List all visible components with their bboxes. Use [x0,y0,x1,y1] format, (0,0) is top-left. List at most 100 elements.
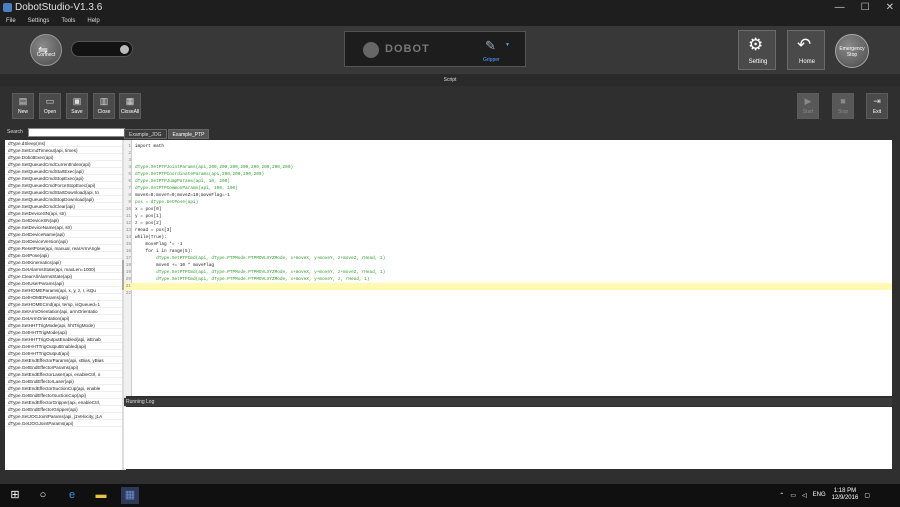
api-list-item[interactable]: dType.DobotExec(api) [5,154,126,161]
code-line[interactable]: 21 [124,283,892,290]
api-list-item[interactable]: dType.SetEndEffectorGripper(api, enableC… [5,399,126,406]
code-line[interactable]: 3 [124,157,892,164]
api-list-item[interactable]: dType.SetQueuedCmdStartExec(api) [5,168,126,175]
search-input[interactable] [28,128,125,137]
clock[interactable]: 1:18 PM 12/9/2016 [832,488,859,502]
menu-tools[interactable]: Tools [61,16,75,26]
api-list-item[interactable]: dType.GetHHTTrigOutput(api) [5,350,126,357]
api-list-item[interactable]: dType.GetAlarmsState(api, maxLen=1000) [5,266,126,273]
code-line[interactable]: 18 moveX += 10 * moveFlag [124,262,892,269]
save-button[interactable]: ▣ Save [66,93,88,119]
api-list-item[interactable]: dType.GetEndEffectorGripper(api) [5,406,126,413]
start-button[interactable]: ▶ Start [797,93,819,119]
api-list-item[interactable]: dType.SetQueuedCmdCurrentIndex(api) [5,161,126,168]
code-editor[interactable]: 1 import math 2 3 4 dType.SetPTPJointParams(a… [124,140,892,396]
api-list-item[interactable]: dType.SetHHTTrigMode(api, hhtTrigMode) [5,322,126,329]
code-line[interactable]: 15 moveFlag *= -1 [124,241,892,248]
api-list-item[interactable]: dType.GetDeviceName(api) [5,231,126,238]
code-line[interactable]: 6 dType.SetPTPJumpParams(api, 10, 200) [124,178,892,185]
closeall-button[interactable]: ▦ CloseAll [119,93,141,119]
api-list-item[interactable]: dType.SetEndEffectorLaser(api, enableCtr… [5,371,126,378]
gripper-icon[interactable]: ✎ [485,38,496,54]
running-log-area[interactable] [124,407,892,469]
setting-button[interactable]: ⚙ Setting [738,30,776,70]
code-line[interactable]: 19 dType.SetPTPCmd(api, dType.PTPMode.PT… [124,269,892,276]
code-line[interactable]: 10 x = pos[0] [124,206,892,213]
menu-settings[interactable]: Settings [28,16,50,26]
search-circle-icon[interactable]: ○ [34,487,52,504]
api-list-item[interactable]: dType.GetKinematics(api) [5,259,126,266]
api-list-item[interactable]: dType.GetHHTTrigOutputEnabled(api) [5,343,126,350]
minimize-icon[interactable]: — [835,0,845,16]
code-line[interactable]: 16 for i in range(5): [124,248,892,255]
api-list-item[interactable]: dType.SetQueuedCmdStopDownload(api) [5,196,126,203]
code-line[interactable]: 22 [124,290,892,297]
api-list-item[interactable]: dType.SetArmOrientation(api, armOrientat… [5,308,126,315]
api-list-item[interactable]: dType.SetHHTTrigOutputEnabled(api, isEna… [5,336,126,343]
volume-icon[interactable]: ◁ [802,492,807,499]
api-list-item[interactable]: dType.GetEndEffectorSuctionCup(api) [5,392,126,399]
code-line[interactable]: 4 dType.SetPTPJointParams(api,200,200,200… [124,164,892,171]
api-list-item[interactable]: dType.SetDeviceName(api, str) [5,224,126,231]
api-list-item[interactable]: dType.GetDeviceSN(api) [5,217,126,224]
home-button[interactable]: ↶ Home [787,30,825,70]
code-line[interactable]: 20 dType.SetPTPCmd(api, dType.PTPMode.PT… [124,276,892,283]
menu-help[interactable]: Help [87,16,99,26]
api-list-item[interactable]: dType.SetJOGJointParams(api, j1Velocity,… [5,413,126,420]
chevron-down-icon[interactable]: ▼ [505,42,510,48]
code-line[interactable]: 1 import math [124,143,892,150]
close-button[interactable]: ▥ Close [93,93,115,119]
api-list-item[interactable]: dType.GetUserParams(api) [5,280,126,287]
connect-button[interactable]: ⇋ [30,34,62,66]
open-button[interactable]: ▭ Open [39,93,61,119]
api-list-item[interactable]: dType.SetQueuedCmdStartDownload(api, to [5,189,126,196]
tab-example-ptp[interactable]: Example_PTP [167,129,210,139]
code-line[interactable]: 9 pos = dType.GetPose(api) [124,199,892,206]
api-list-item[interactable]: dType.SetQueuedCmdClear(api) [5,203,126,210]
chevron-up-icon[interactable]: ⌃ [779,492,784,499]
menu-file[interactable]: File [6,16,16,26]
api-list-item[interactable]: dType.SetHOMECmd(api, temp, isQueued=1 [5,301,126,308]
api-list-item[interactable]: dType.SetQueuedCmdStopExec(api) [5,175,126,182]
code-line[interactable]: 8 moveX=0;moveY=0;moveZ=10;moveFlag=-1 [124,192,892,199]
api-list-item[interactable]: dType.SetCmdTimeout(api, times) [5,147,126,154]
code-line[interactable]: 14 while(True): [124,234,892,241]
api-list-item[interactable]: dType.SetDeviceSN(api, str) [5,210,126,217]
windows-start-icon[interactable]: ⊞ [6,487,24,504]
api-list-item[interactable]: dType.SetEndEffectorParams(api, xBias, y… [5,357,126,364]
api-list-item[interactable]: dType.ClearAllAlarmsState(api) [5,273,126,280]
api-list-item[interactable]: dType.GetJOGJointParams(api) [5,420,126,427]
close-icon[interactable]: ✕ [886,0,894,16]
api-list-item[interactable]: dType.GetEndEffectorLaser(api) [5,378,126,385]
tab-example-jog[interactable]: Example_JOG [124,129,167,139]
network-icon[interactable]: ▭ [790,492,796,499]
connection-toggle[interactable] [71,41,133,57]
api-list-item[interactable]: dType.dSleep(ms) [5,140,126,147]
file-explorer-icon[interactable]: ▬ [92,487,110,504]
api-list-item[interactable]: dType.GetEndEffectorParams(api) [5,364,126,371]
api-list-item[interactable]: dType.GetHHTTrigMode(api) [5,329,126,336]
api-list-item[interactable]: dType.ResetPose(api, manual, rearArmAngl… [5,245,126,252]
api-list-item[interactable]: dType.SetQueuedCmdForceStopExec(api) [5,182,126,189]
api-list-item[interactable]: dType.GetHOMEParams(api) [5,294,126,301]
api-list-item[interactable]: dType.SetHOMEParams(api, x, y, z, r, isQ… [5,287,126,294]
code-line[interactable]: 11 y = pos[1] [124,213,892,220]
dobot-studio-taskbar-icon[interactable]: ▦ [121,487,139,504]
edge-browser-icon[interactable]: e [63,487,81,504]
emergency-stop-button[interactable]: Emergency Stop [835,34,869,68]
api-list[interactable]: dType.dSleep(ms) dType.SetCmdTimeout(api,… [5,140,126,470]
api-list-item[interactable]: dType.SetEndEffectorSuctionCup(api, enab… [5,385,126,392]
api-list-item[interactable]: dType.GetPose(api) [5,252,126,259]
exit-button[interactable]: ⇥ Exit [866,93,888,119]
api-list-item[interactable]: dType.GetArmOrientation(api) [5,315,126,322]
code-line[interactable]: 5 dType.SetPTPCoordinateParams(api,200,20… [124,171,892,178]
language-indicator[interactable]: ENG [813,492,826,498]
maximize-icon[interactable]: ☐ [861,0,870,16]
code-line[interactable]: 2 [124,150,892,157]
new-button[interactable]: ▤ New [12,93,34,119]
code-line[interactable]: 7 dType.SetPTPCommonParams(api, 100, 100) [124,185,892,192]
code-line[interactable]: 12 z = pos[2] [124,220,892,227]
code-line[interactable]: 17 dType.SetPTPCmd(api, dType.PTPMode.PT… [124,255,892,262]
api-list-item[interactable]: dType.GetDeviceVersion(api) [5,238,126,245]
code-line[interactable]: 13 rHead = pos[3] [124,227,892,234]
